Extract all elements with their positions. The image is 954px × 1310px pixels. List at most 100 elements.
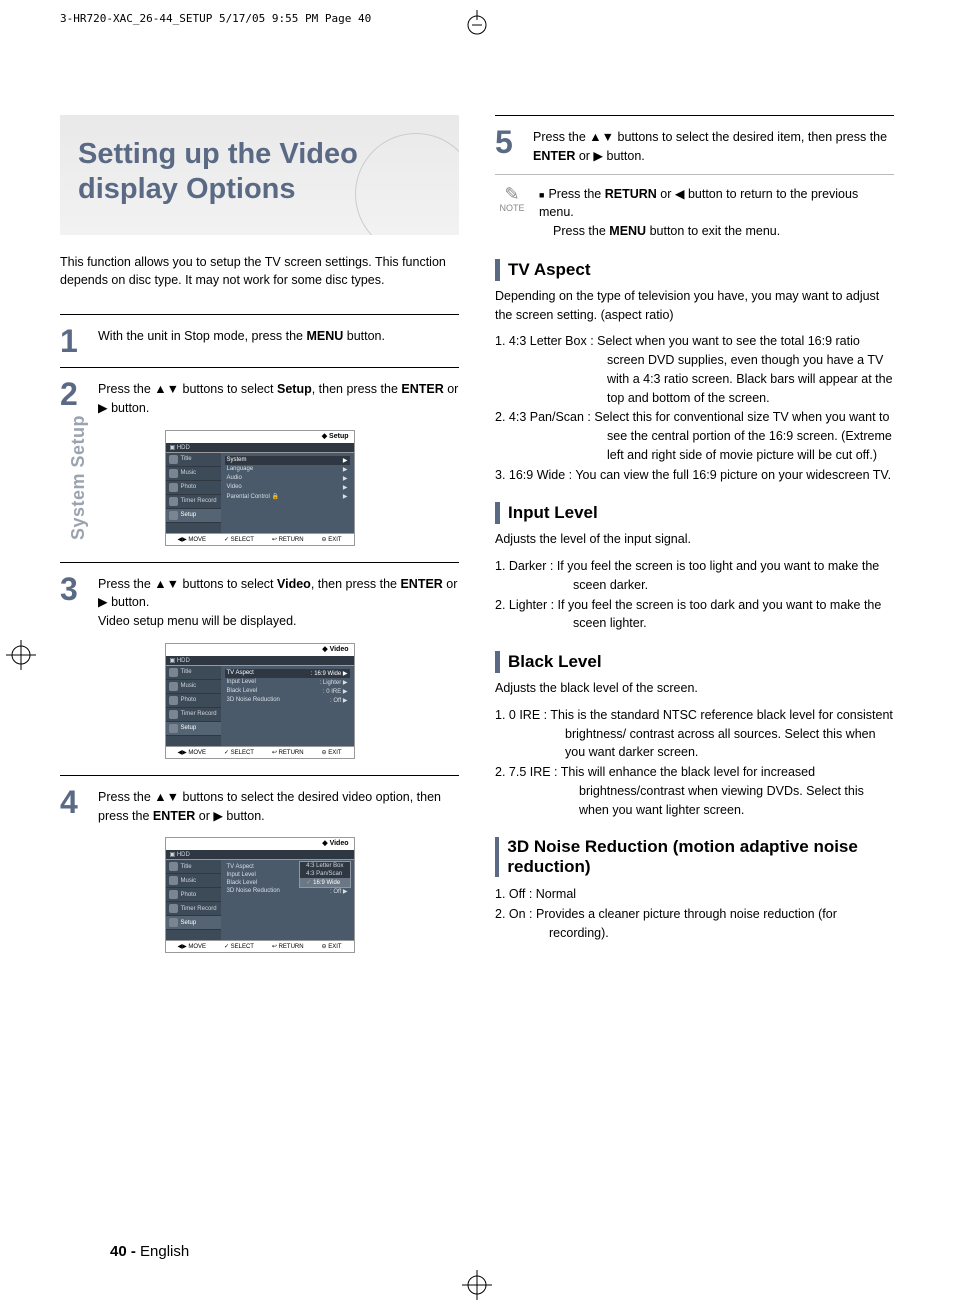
osd-side-setup: Setup — [166, 722, 221, 736]
osd-hdd-label: ▣ HDD — [165, 850, 355, 859]
osd-dropdown-item-selected: ✓16:9 Wide — [300, 878, 349, 887]
list-item: 1. 0 IRE : This is the standard NTSC ref… — [495, 706, 894, 762]
divider — [60, 562, 459, 563]
osd-dropdown: 4:3 Letter Box 4:3 Pan/Scan ✓16:9 Wide — [299, 861, 350, 888]
section-title: Black Level — [508, 652, 602, 672]
page-footer: 40 - English — [110, 1243, 189, 1260]
page: 3-HR720-XAC_26-44_SETUP 5/17/05 9:55 PM … — [0, 0, 954, 1310]
section-list: 1. Darker : If you feel the screen is to… — [495, 557, 894, 633]
section-input-level: Input Level — [495, 502, 894, 524]
crop-mark-bottom — [462, 1270, 492, 1300]
step-4: 4 Press the ▲▼ buttons to select the des… — [60, 786, 459, 826]
osd-screenshot-video: ◆ Video ▣ HDD Title Music Photo Timer Re… — [165, 643, 355, 759]
section-title: Input Level — [508, 503, 598, 523]
side-tab-label: System Setup — [68, 415, 89, 540]
osd-footer: ◀▶ MOVE✓ SELECT↩ RETURN⊖ EXIT — [165, 534, 355, 546]
list-item: 2. On : Provides a cleaner picture throu… — [495, 905, 894, 943]
osd-side-photo: Photo — [166, 694, 221, 708]
step-text: Press the ▲▼ buttons to select Setup, th… — [98, 378, 459, 418]
osd-side-timer: Timer Record — [166, 902, 221, 916]
print-header-file: 3-HR720-XAC_26-44_SETUP 5/17/05 9:55 PM … — [60, 12, 371, 25]
divider — [495, 174, 894, 175]
list-item: 3. 16:9 Wide : You can view the full 16:… — [495, 466, 894, 485]
list-item: 1. Off : Normal — [495, 885, 894, 904]
section-list: 1. Off : Normal 2. On : Provides a clean… — [495, 885, 894, 942]
osd-sidebar: Title Music Photo Timer Record Setup — [166, 666, 221, 746]
left-column: Setting up the Video display Options Thi… — [60, 115, 459, 969]
osd-main: System▶ Language▶ Audio▶ Video▶ Parental… — [221, 453, 354, 533]
step-text: With the unit in Stop mode, press the ME… — [98, 325, 459, 357]
list-item: 2. Lighter : If you feel the screen is t… — [495, 596, 894, 634]
right-column: 5 Press the ▲▼ buttons to select the des… — [495, 115, 894, 969]
list-item: 1. 4:3 Letter Box : Select when you want… — [495, 332, 894, 407]
osd-side-title: Title — [166, 860, 221, 874]
osd-header: ◆ Setup — [165, 430, 355, 443]
osd-row: 3D Noise Reduction: Off ▶ — [225, 696, 350, 705]
step-text: Press the ▲▼ buttons to select the desir… — [533, 126, 894, 166]
intro-text: This function allows you to setup the TV… — [60, 253, 459, 291]
step-1: 1 With the unit in Stop mode, press the … — [60, 325, 459, 357]
osd-side-title: Title — [166, 453, 221, 467]
osd-row: Input Level: Lighter ▶ — [225, 678, 350, 687]
osd-side-photo: Photo — [166, 888, 221, 902]
osd-side-setup: Setup — [166, 509, 221, 523]
osd-dropdown-item: 4:3 Pan/Scan — [300, 870, 349, 878]
osd-dropdown-item: 4:3 Letter Box — [300, 862, 349, 870]
divider — [60, 775, 459, 776]
osd-side-timer: Timer Record — [166, 495, 221, 509]
section-body: Adjusts the black level of the screen. — [495, 679, 894, 698]
osd-sidebar: Title Music Photo Timer Record Setup — [166, 860, 221, 940]
note-text: ■Press the RETURN or ◀ button to return … — [539, 185, 894, 241]
osd-header: ◆ Video — [165, 837, 355, 850]
osd-main: TV Aspect: 16:9 Wide ▶ Input Level: Ligh… — [221, 666, 354, 746]
osd-sidebar: Title Music Photo Timer Record Setup — [166, 453, 221, 533]
osd-hdd-label: ▣ HDD — [165, 656, 355, 665]
osd-row: 3D Noise Reduction: Off ▶ — [225, 887, 350, 896]
section-body: Depending on the type of television you … — [495, 287, 894, 325]
section-black-level: Black Level — [495, 651, 894, 673]
osd-row: Black Level: 0 IRE ▶ — [225, 687, 350, 696]
osd-row: TV Aspect: 16:9 Wide ▶ — [225, 669, 350, 678]
osd-main: TV Aspect Input Level Black Level 3D Noi… — [221, 860, 354, 940]
title-box: Setting up the Video display Options — [60, 115, 459, 235]
step-text: Press the ▲▼ buttons to select the desir… — [98, 786, 459, 826]
divider — [495, 115, 894, 116]
section-list: 1. 0 IRE : This is the standard NTSC ref… — [495, 706, 894, 820]
osd-side-timer: Timer Record — [166, 708, 221, 722]
list-item: 2. 4:3 Pan/Scan : Select this for conven… — [495, 408, 894, 464]
section-title: 3D Noise Reduction (motion adaptive nois… — [507, 837, 894, 877]
note-icon: ✎ NOTE — [495, 185, 529, 241]
divider — [60, 367, 459, 368]
osd-row: Language▶ — [225, 465, 350, 474]
osd-row: Video▶ — [225, 483, 350, 492]
section-body: Adjusts the level of the input signal. — [495, 530, 894, 549]
page-title: Setting up the Video display Options — [78, 137, 441, 207]
step-number: 5 — [495, 126, 523, 166]
osd-footer: ◀▶ MOVE✓ SELECT↩ RETURN⊖ EXIT — [165, 941, 355, 953]
osd-side-music: Music — [166, 874, 221, 888]
osd-side-music: Music — [166, 680, 221, 694]
osd-side-photo: Photo — [166, 481, 221, 495]
step-number: 1 — [60, 325, 88, 357]
osd-row: Parental Control 🔒▶ — [225, 492, 350, 501]
osd-screenshot-video-dropdown: ◆ Video ▣ HDD Title Music Photo Timer Re… — [165, 837, 355, 953]
step-3: 3 Press the ▲▼ buttons to select Video, … — [60, 573, 459, 631]
osd-hdd-label: ▣ HDD — [165, 443, 355, 452]
osd-row: System▶ — [225, 456, 350, 465]
divider — [60, 314, 459, 315]
section-title: TV Aspect — [508, 260, 591, 280]
step-text: Press the ▲▼ buttons to select Video, th… — [98, 573, 459, 631]
section-bar-icon — [495, 259, 500, 281]
list-item: 1. Darker : If you feel the screen is to… — [495, 557, 894, 595]
note-block: ✎ NOTE ■Press the RETURN or ◀ button to … — [495, 185, 894, 241]
step-number: 2 — [60, 378, 88, 418]
section-3d-noise: 3D Noise Reduction (motion adaptive nois… — [495, 837, 894, 877]
osd-footer: ◀▶ MOVE✓ SELECT↩ RETURN⊖ EXIT — [165, 747, 355, 759]
crop-mark-left — [6, 640, 36, 670]
section-tv-aspect: TV Aspect — [495, 259, 894, 281]
step-5: 5 Press the ▲▼ buttons to select the des… — [495, 126, 894, 166]
crop-mark-top — [462, 10, 492, 40]
osd-side-setup: Setup — [166, 916, 221, 930]
section-bar-icon — [495, 837, 499, 877]
osd-header: ◆ Video — [165, 643, 355, 656]
